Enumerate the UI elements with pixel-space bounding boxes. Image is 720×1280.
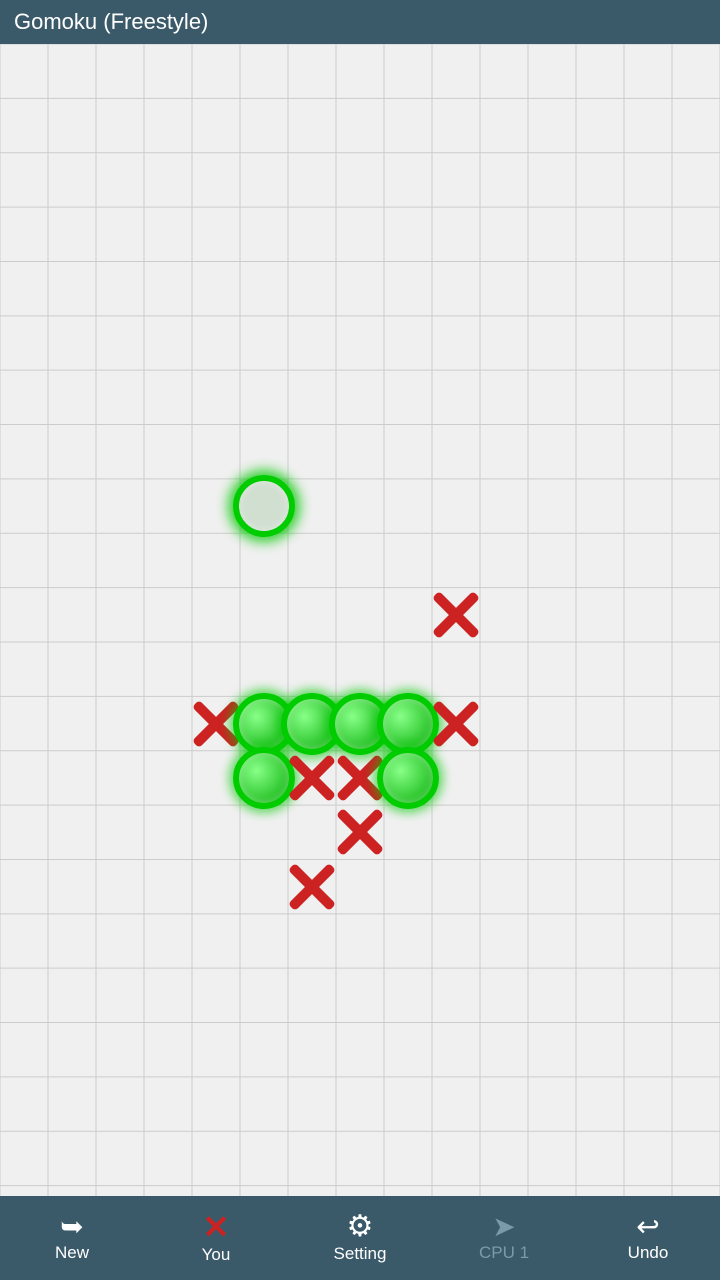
app-title: Gomoku (Freestyle) bbox=[14, 9, 208, 35]
cpu1-icon: ➤ bbox=[492, 1213, 515, 1241]
undo-icon: ↩ bbox=[636, 1213, 659, 1241]
game-board[interactable] bbox=[0, 44, 720, 1240]
setting-button[interactable]: ⚙ Setting bbox=[288, 1196, 432, 1280]
you-label: You bbox=[202, 1245, 231, 1265]
cpu1-label: CPU 1 bbox=[479, 1243, 529, 1263]
new-icon: ➥ bbox=[60, 1213, 83, 1241]
setting-label: Setting bbox=[334, 1244, 387, 1264]
new-label: New bbox=[55, 1243, 89, 1263]
bottom-bar: ➥ New ✕ You ⚙ Setting ➤ CPU 1 ↩ Undo bbox=[0, 1196, 720, 1280]
you-icon: ✕ bbox=[203, 1211, 230, 1243]
undo-button[interactable]: ↩ Undo bbox=[576, 1196, 720, 1280]
grid bbox=[0, 44, 720, 1240]
setting-icon: ⚙ bbox=[347, 1212, 374, 1242]
undo-label: Undo bbox=[628, 1243, 669, 1263]
title-bar: Gomoku (Freestyle) bbox=[0, 0, 720, 44]
new-button[interactable]: ➥ New bbox=[0, 1196, 144, 1280]
you-button[interactable]: ✕ You bbox=[144, 1196, 288, 1280]
cpu1-button[interactable]: ➤ CPU 1 bbox=[432, 1196, 576, 1280]
